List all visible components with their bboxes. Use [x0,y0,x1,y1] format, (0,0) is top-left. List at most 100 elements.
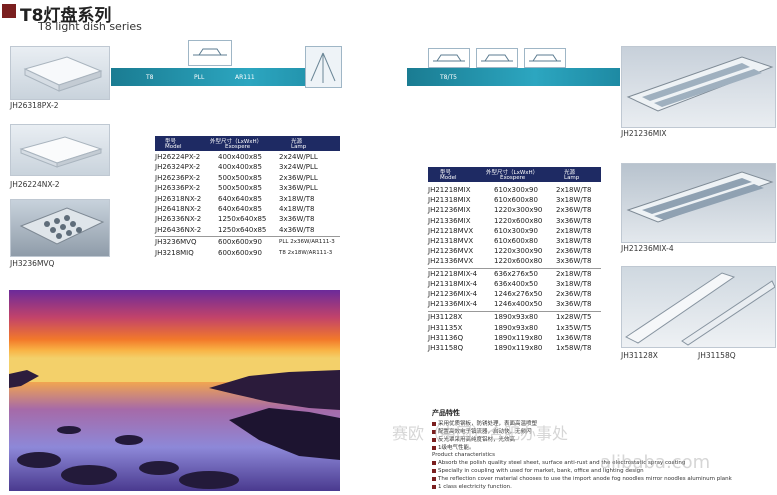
table-row: JH21336MIX 1220x600x80 3x36W/T8 [428,217,601,226]
table-row: JH21236MIX-4 1246x276x50 2x36W/T8 [428,290,601,299]
cell-model: JH3218MIQ [155,248,194,257]
cell-lamp: 2x18W/T8 [556,269,592,278]
cell-lamp: 3x24W/PLL [279,163,318,172]
cell-lamp: 2x36W/T8 [556,247,592,256]
product-photo-jh26318px [10,46,110,100]
banner-label-ar111: AR111 [235,74,255,81]
cell-model: JH21336MIX [428,216,471,225]
table-row: JH3218MIQ 600x600x90 T8 2x18W/AR111-3 [155,249,340,258]
table-row: JH26224PX-2 400x400x85 2x24W/PLL [155,153,340,162]
grille-troffer-icon [626,171,774,223]
cell-model: JH26236PX-2 [155,173,201,182]
cell-size: 1250x640x85 [218,225,267,234]
header-model-en: Model [440,175,457,181]
features-en-title: Product characteristics [432,452,495,458]
cell-model: JH26418NX-2 [155,205,202,213]
cell-lamp: 1x36W/T8 [556,333,592,342]
cell-model: JH26324PX-2 [155,163,201,172]
product-photo-jh31128x [621,266,776,348]
cell-size: 1890x119x80 [494,344,543,352]
cell-lamp: T8 2x18W/AR111-3 [279,249,333,256]
product-code-label: JH31158Q [698,351,736,360]
cell-size: 600x600x90 [218,238,262,247]
table-row: JH21218MIX 610x300x90 2x18W/T8 [428,186,601,195]
cell-lamp: 3x36W/T8 [556,300,592,309]
cell-size: 640x640x85 [218,194,262,203]
grid-panel-light-icon [19,136,103,168]
cell-size: 1246x276x50 [494,290,543,298]
feature-line-cn: 1级电气性能。 [432,443,475,451]
coast-image [9,290,340,491]
banner-label-t8: T8 [146,74,154,81]
cell-size: 1220x300x90 [494,247,543,256]
cell-model: JH3236MVQ [155,238,197,247]
cell-model: JH21236MIX [428,206,471,215]
cell-lamp: 1x58W/T8 [556,344,592,352]
cell-lamp: 2x36W/PLL [279,173,318,182]
left-spec-table: 型号 Model 外型尺寸（LxWxH） Exospere 光源 Lamp JH… [155,136,340,260]
cell-size: 1890x119x80 [494,333,543,342]
cell-lamp: 3x36W/T8 [279,215,315,224]
table-header: 型号 Model 外型尺寸（LxWxH） Exospere 光源 Lamp [155,136,340,151]
cell-size: 1250x640x85 [218,215,267,224]
lamp-type-banner-right [407,68,620,86]
product-photo-jh21236mix-4 [621,163,776,243]
feature-line-en: 1 class electricity function. [432,484,512,490]
cell-lamp: 2x18W/T8 [556,226,592,235]
cell-size: 500x500x85 [218,173,262,182]
cell-lamp: 2x36W/T8 [556,206,592,215]
table-row: JH31135X 1890x93x80 1x35W/T5 [428,324,601,333]
cell-size: 400x400x85 [218,163,262,172]
header-size-en: Exospere [225,144,251,150]
watermark-en: alibaba.com [600,452,711,473]
product-code-label: JH26318PX-2 [10,101,59,110]
cell-size: 500x500x85 [218,184,262,193]
product-photo-jh3236mvq [10,199,110,257]
cell-lamp: 4x36W/T8 [279,225,315,234]
cell-size: 610x300x90 [494,226,538,235]
table-row: JH26318NX-2 640x640x85 3x18W/T8 [155,195,340,204]
page-subtitle: T8 light dish series [38,20,142,33]
title-marker [2,4,16,18]
cell-lamp: 2x36W/T8 [556,290,592,298]
cell-model: JH21336MIX-4 [428,300,478,309]
cell-lamp: 3x18W/T8 [279,194,315,203]
cell-model: JH21218MIX [428,186,471,194]
cell-model: JH26224PX-2 [155,153,201,161]
cell-size: 610x600x80 [494,237,538,245]
cell-size: 610x600x80 [494,196,538,205]
table-row: JH21336MVX 1220x600x80 3x36W/T8 [428,257,601,266]
grille-troffer-icon [626,56,774,112]
watermark-cn: 赛欧（中国）合肥办事处 [392,424,569,443]
right-spec-table: 型号 Model 外型尺寸（LxWxH） Exospere 光源 Lamp JH… [428,167,601,357]
product-code-label: JH21236MIX-4 [621,244,674,253]
header-model-en: Model [165,144,182,150]
cell-lamp: 3x18W/T8 [556,279,592,288]
cell-lamp: 3x36W/T8 [556,257,592,266]
cell-model: JH26336NX-2 [155,215,202,224]
cell-lamp: 3x36W/PLL [279,184,318,193]
cell-model: JH21218MVX [428,226,474,235]
cell-lamp: 2x24W/PLL [279,153,318,161]
table-row: JH21336MIX-4 1246x400x50 3x36W/T8 [428,300,601,309]
table-row: JH3236MVQ 600x600x90 PLL 2x36W/AR111-3 [155,238,340,247]
cell-model: JH26436NX-2 [155,225,202,234]
cell-model: JH21236MVX [428,247,474,256]
product-photo-jh26224nx [10,124,110,176]
table-row: JH21236MIX 1220x300x90 2x36W/T8 [428,206,601,215]
cell-size: 636x276x50 [494,269,538,278]
features-title: 产品特性 [432,409,460,417]
cell-size: 1890x93x80 [494,313,538,322]
banner-label-pll: PLL [194,74,205,81]
cell-lamp: 3x18W/T8 [556,196,592,205]
cell-lamp: 3x18W/T8 [556,237,592,245]
feature-line-en: The reflection cover material chooses to… [432,476,732,482]
cell-model: JH21318MIX-4 [428,279,478,288]
table-row: JH26418NX-2 640x640x85 4x18W/T8 [155,205,340,214]
cell-size: 400x400x85 [218,153,262,161]
cell-model: JH26336PX-2 [155,184,201,193]
table-divider [428,267,601,269]
cell-lamp: PLL 2x36W/AR111-3 [279,239,335,246]
grille-lamp-icon [19,207,105,245]
cell-lamp: 4x18W/T8 [279,205,315,213]
